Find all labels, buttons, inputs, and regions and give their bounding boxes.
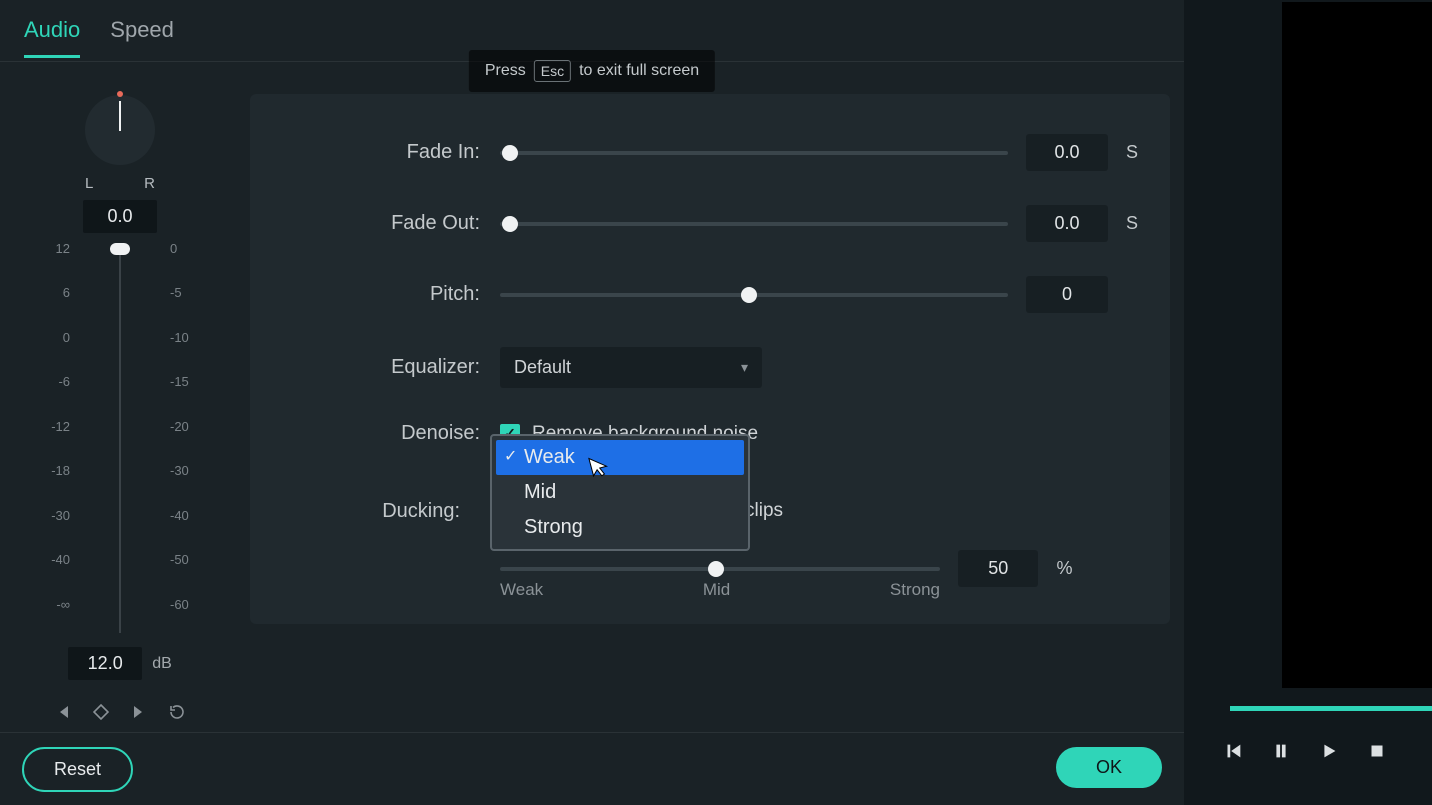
fade-in-slider[interactable]	[500, 151, 1008, 155]
add-keyframe-icon[interactable]	[93, 704, 109, 725]
db-tick-left: 12	[40, 241, 70, 256]
pan-value-field[interactable]: 0.0	[83, 200, 157, 233]
denoise-option-weak[interactable]: Weak	[496, 440, 744, 475]
db-meter[interactable]: 12 6 0 -6 -12 -18 -30 -40 -∞ 0 -5 -10 -15 -20 -30 -40 -…	[40, 241, 200, 641]
db-tick-left: -∞	[40, 597, 70, 612]
db-tick-left: -30	[40, 508, 70, 523]
denoise-option-strong[interactable]: Strong	[496, 510, 744, 545]
db-tick-right: -50	[170, 552, 200, 567]
ok-button[interactable]: OK	[1056, 747, 1162, 788]
db-tick-right: -5	[170, 285, 200, 300]
pan-indicator-dot	[117, 91, 123, 97]
db-tick-right: -10	[170, 330, 200, 345]
prev-keyframe-icon[interactable]	[55, 704, 71, 725]
ducking-label: Ducking:	[250, 500, 480, 523]
pause-button[interactable]	[1270, 740, 1292, 767]
pitch-slider[interactable]	[500, 293, 1008, 297]
video-preview	[1282, 2, 1432, 688]
db-tick-right: 0	[170, 241, 200, 256]
ducking-tick-mid: Mid	[703, 580, 730, 600]
prev-frame-button[interactable]	[1222, 740, 1244, 767]
pan-right-label: R	[144, 175, 155, 192]
db-tick-right: -20	[170, 419, 200, 434]
fade-out-value[interactable]: 0.0	[1026, 205, 1108, 242]
db-tick-right: -30	[170, 463, 200, 478]
fade-in-label: Fade In:	[270, 141, 500, 164]
tab-speed[interactable]: Speed	[110, 17, 174, 57]
db-tick-left: 0	[40, 330, 70, 345]
equalizer-value: Default	[514, 357, 571, 378]
fade-out-unit: S	[1126, 213, 1150, 234]
equalizer-select[interactable]: Default ▾	[500, 347, 762, 388]
pitch-label: Pitch:	[270, 283, 500, 306]
stop-button[interactable]	[1366, 740, 1388, 767]
ducking-unit: %	[1056, 558, 1080, 579]
pan-knob[interactable]	[85, 95, 155, 165]
db-tick-left: -40	[40, 552, 70, 567]
ducking-tick-weak: Weak	[500, 580, 543, 600]
fade-out-label: Fade Out:	[270, 212, 500, 235]
chevron-down-icon: ▾	[741, 359, 748, 376]
db-tick-right: -15	[170, 374, 200, 389]
ducking-clips-text: clips	[745, 500, 783, 522]
denoise-level-dropdown[interactable]: Weak Mid Strong	[490, 434, 750, 551]
ducking-tick-strong: Strong	[890, 580, 940, 600]
fade-out-slider[interactable]	[500, 222, 1008, 226]
equalizer-label: Equalizer:	[270, 356, 500, 379]
ducking-slider[interactable]	[500, 567, 940, 571]
meter-area: L R 0.0 12 6 0 -6 -12 -18 -30 -40 -∞ 0 -5 -10 -15 -2…	[40, 95, 200, 725]
db-slider-thumb[interactable]	[110, 243, 130, 255]
db-tick-right: -40	[170, 508, 200, 523]
hint-tail: to exit full screen	[579, 62, 699, 80]
play-button[interactable]	[1318, 740, 1340, 767]
pitch-value[interactable]: 0	[1026, 276, 1108, 313]
db-tick-left: 6	[40, 285, 70, 300]
hint-esc-key: Esc	[534, 60, 571, 82]
gain-value-field[interactable]: 12.0	[68, 647, 142, 680]
fade-in-unit: S	[1126, 142, 1150, 163]
hint-press: Press	[485, 62, 526, 80]
db-tick-left: -12	[40, 419, 70, 434]
ducking-value[interactable]: 50	[958, 550, 1038, 587]
denoise-option-mid[interactable]: Mid	[496, 475, 744, 510]
tab-audio[interactable]: Audio	[24, 17, 80, 57]
next-keyframe-icon[interactable]	[131, 704, 147, 725]
pan-left-label: L	[85, 175, 93, 192]
video-progress-bar[interactable]	[1230, 706, 1432, 711]
reset-button[interactable]: Reset	[22, 747, 133, 792]
fade-in-value[interactable]: 0.0	[1026, 134, 1108, 171]
denoise-label: Denoise:	[270, 422, 500, 445]
db-tick-left: -18	[40, 463, 70, 478]
reset-keyframe-icon[interactable]	[169, 704, 185, 725]
gain-unit-label: dB	[152, 655, 172, 673]
video-preview-panel	[1184, 0, 1432, 805]
fullscreen-hint: Press Esc to exit full screen	[469, 50, 715, 92]
db-tick-left: -6	[40, 374, 70, 389]
db-tick-right: -60	[170, 597, 200, 612]
